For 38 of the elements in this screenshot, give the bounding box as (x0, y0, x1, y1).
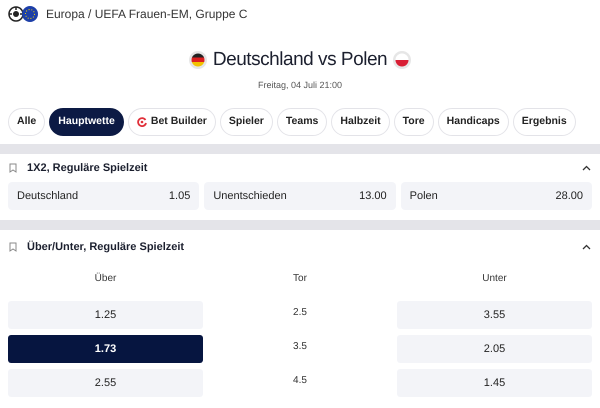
football-icon (8, 6, 24, 22)
odds-button[interactable]: 1.45 (397, 369, 592, 397)
goal-line: 4.5 (293, 374, 307, 388)
chevron-icon[interactable] (582, 244, 591, 250)
column-header: Tor (293, 272, 307, 286)
tab[interactable]: Handicaps (438, 108, 509, 136)
goal-line: 2.5 (293, 306, 307, 320)
column-header: Unter (482, 272, 507, 286)
odds-button[interactable]: 3.55 (397, 301, 592, 329)
tab[interactable]: Teams (276, 108, 328, 136)
market-title: Über/Unter, Reguläre Spielzeit (27, 240, 186, 255)
odds-button[interactable]: 2.55 (8, 369, 203, 397)
breadcrumb[interactable]: Europa / UEFA Frauen-EM, Gruppe C (46, 5, 248, 23)
tab[interactable]: Alle (8, 108, 46, 136)
flag-icon (188, 51, 207, 70)
match-date: Freitag, 04 Juli 21:00 (258, 78, 342, 92)
tab[interactable]: Bet Builder (128, 108, 216, 136)
stars-flag-icon (22, 6, 38, 22)
odds-button[interactable]: Unentschieden 13.00 (204, 182, 396, 210)
odds-button[interactable]: 2.05 (397, 335, 592, 363)
flag-icon (393, 51, 412, 70)
bookmark-icon[interactable] (9, 242, 17, 252)
match-title: Deutschland vs Polen (212, 48, 388, 72)
chevron-icon[interactable] (582, 165, 591, 171)
bookmark-icon[interactable] (9, 163, 17, 173)
tab[interactable]: Tore (394, 108, 434, 136)
market-title: 1X2, Reguläre Spielzeit (27, 160, 148, 176)
tab[interactable]: Ergebnis (512, 108, 576, 136)
tab[interactable]: Hauptwette (49, 108, 124, 136)
builder-icon (136, 117, 147, 127)
column-header: Über (94, 272, 116, 286)
tab[interactable]: Halbzeit (331, 108, 390, 136)
odds-button[interactable]: 1.73 (8, 335, 203, 363)
odds-button[interactable]: 1.25 (8, 301, 203, 329)
goal-line: 3.5 (293, 340, 307, 354)
odds-button[interactable]: Deutschland 1.05 (8, 182, 200, 210)
tab[interactable]: Spieler (220, 108, 273, 136)
odds-button[interactable]: Polen 28.00 (400, 182, 592, 210)
